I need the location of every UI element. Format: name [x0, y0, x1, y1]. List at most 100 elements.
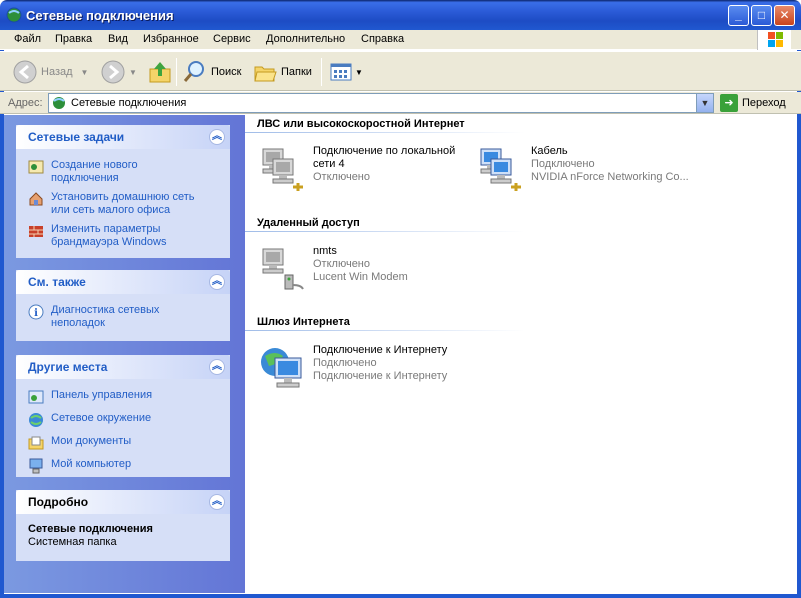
go-label: Переход [742, 97, 786, 109]
network-places-icon [29, 413, 43, 427]
task-home-network[interactable]: Установить домашнюю сеть или сеть малого… [28, 191, 220, 217]
views-dropdown-icon[interactable]: ▼ [355, 68, 363, 77]
see-also-header[interactable]: См. также ︽ [16, 270, 230, 294]
collapse-chevron-icon[interactable]: ︽ [209, 129, 225, 145]
connection-device: NVIDIA nForce Networking Co... [531, 171, 689, 183]
internet-gateway-icon [261, 348, 302, 388]
forward-arrow-icon [101, 60, 125, 84]
maximize-button[interactable]: □ [751, 5, 772, 26]
other-places-title: Другие места [28, 360, 108, 374]
search-label: Поиск [211, 66, 242, 78]
forward-button[interactable]: ▼ [100, 57, 137, 87]
see-also-title: См. также [28, 275, 86, 289]
back-label: Назад [41, 66, 73, 78]
details-header[interactable]: Подробно ︽ [16, 490, 230, 514]
menu-advanced[interactable]: Дополнительно [266, 33, 345, 45]
network-connections-icon [6, 7, 22, 23]
network-tasks-title: Сетевые задачи [28, 130, 125, 144]
search-icon [183, 61, 204, 82]
title-bar: Сетевые подключения _ □ ✕ [0, 0, 801, 30]
lan-connection-icon [262, 148, 303, 191]
collapse-chevron-icon[interactable]: ︽ [209, 359, 225, 375]
control-panel-icon [28, 390, 44, 404]
address-input[interactable]: Сетевые подключения ▼ [48, 93, 714, 113]
menu-edit[interactable]: Правка [55, 33, 92, 45]
views-icon [330, 63, 352, 81]
connection-status: Отключено [313, 171, 370, 183]
window-frame-bottom [0, 594, 801, 598]
connection-device: Подключение к Интернету [313, 370, 448, 382]
forward-dropdown-icon[interactable]: ▼ [129, 68, 137, 77]
group-divider [245, 132, 525, 133]
home-network-icon [29, 192, 43, 206]
address-dropdown-icon[interactable]: ▼ [696, 94, 713, 112]
toolbar-separator [321, 58, 322, 86]
connection-device: Lucent Win Modem [313, 271, 408, 283]
toolbar-separator [176, 58, 177, 86]
menu-view[interactable]: Вид [108, 33, 128, 45]
lan-connection-icon [480, 148, 521, 191]
other-places-panel: Другие места ︽ Панель управления Сетевое… [16, 355, 230, 477]
group-divider [245, 231, 525, 232]
up-folder-icon [149, 62, 171, 83]
connection-status: Подключено [531, 158, 595, 170]
back-button[interactable]: Назад ▼ [12, 57, 88, 87]
group-dialup-title: Удаленный доступ [257, 217, 360, 229]
connection-name: Подключение по локальной сети 4 [313, 145, 456, 170]
menu-file[interactable]: Файл [14, 33, 41, 45]
up-folder-button[interactable] [147, 57, 176, 87]
dialup-connection-icon [262, 248, 304, 290]
window-title: Сетевые подключения [26, 8, 174, 23]
task-firewall[interactable]: Изменить параметры брандмауэра Windows [28, 223, 220, 249]
new-connection-icon [28, 160, 44, 174]
connection-cable[interactable]: Кабель Подключено NVIDIA nForce Networki… [477, 145, 689, 193]
back-dropdown-icon[interactable]: ▼ [81, 68, 89, 77]
place-network-places[interactable]: Сетевое окружение [28, 412, 220, 428]
other-places-header[interactable]: Другие места ︽ [16, 355, 230, 379]
task-network-diagnostics[interactable]: i Диагностика сетевых неполадок [28, 304, 220, 330]
close-button[interactable]: ✕ [774, 5, 795, 26]
place-my-documents[interactable]: Мои документы [28, 435, 220, 451]
window-frame-right [797, 30, 801, 598]
details-panel: Подробно ︽ Сетевые подключения Системная… [16, 490, 230, 561]
connection-name: nmts [313, 245, 337, 257]
place-my-computer[interactable]: Мой компьютер [28, 458, 220, 474]
group-divider [245, 330, 525, 331]
see-also-panel: См. также ︽ i Диагностика сетевых непола… [16, 270, 230, 341]
connection-name: Кабель [531, 145, 568, 157]
go-button[interactable]: ➜ Переход [720, 94, 786, 112]
address-value: Сетевые подключения [71, 97, 187, 109]
firewall-icon [29, 226, 43, 237]
collapse-chevron-icon[interactable]: ︽ [209, 274, 225, 290]
details-title: Подробно [28, 495, 89, 509]
connection-internet-gateway[interactable]: Подключение к Интернету Подключено Подкл… [259, 344, 447, 392]
task-create-connection[interactable]: Создание нового подключения [28, 159, 220, 185]
minimize-button[interactable]: _ [728, 5, 749, 26]
network-connections-icon [53, 97, 65, 109]
search-button[interactable]: Поиск [182, 57, 241, 87]
group-gateway-title: Шлюз Интернета [257, 316, 350, 328]
go-arrow-icon: ➜ [720, 94, 738, 112]
menu-tools[interactable]: Сервис [213, 33, 251, 45]
connection-status: Подключено [313, 357, 377, 369]
address-bar: Адрес: Сетевые подключения ▼ ➜ Переход [0, 92, 801, 114]
folders-icon [254, 66, 277, 82]
windows-logo-icon [757, 30, 791, 50]
views-button[interactable]: ▼ [328, 57, 363, 87]
menu-bar: Файл Правка Вид Избранное Сервис Дополни… [0, 30, 801, 50]
menu-help[interactable]: Справка [361, 33, 404, 45]
place-control-panel[interactable]: Панель управления [28, 389, 220, 405]
connection-nmts[interactable]: nmts Отключено Lucent Win Modem [259, 245, 408, 293]
connection-status: Отключено [313, 258, 370, 270]
folders-button[interactable]: Папки [252, 57, 312, 87]
group-lan-title: ЛВС или высокоскоростной Интернет [257, 118, 465, 130]
network-tasks-header[interactable]: Сетевые задачи ︽ [16, 125, 230, 149]
toolbar: Назад ▼ ▼ Поиск Папки ▼ [0, 51, 801, 91]
my-documents-icon [28, 436, 44, 450]
menu-favorites[interactable]: Избранное [143, 33, 199, 45]
address-label: Адрес: [8, 97, 43, 109]
folders-label: Папки [281, 66, 312, 78]
connection-lan-4[interactable]: Подключение по локальной сети 4 Отключен… [259, 145, 455, 193]
task-pane: Сетевые задачи ︽ Создание нового подключ… [4, 115, 245, 593]
collapse-chevron-icon[interactable]: ︽ [209, 494, 225, 510]
